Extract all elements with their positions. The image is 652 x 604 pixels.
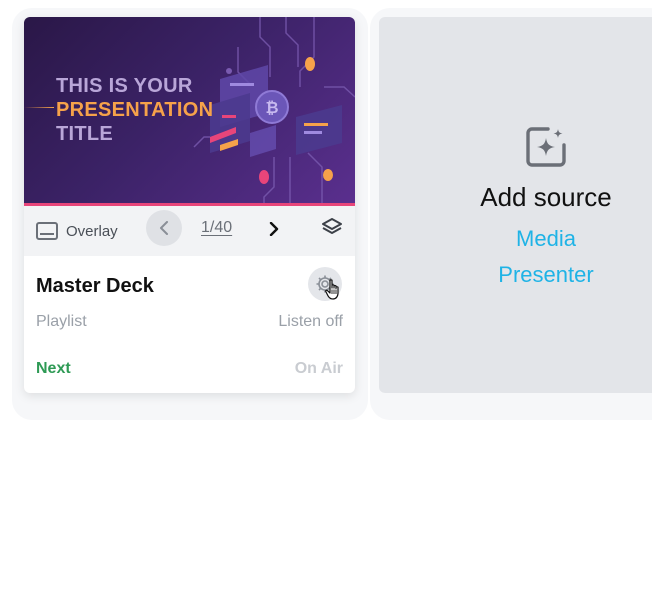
layers-icon	[322, 218, 342, 234]
add-source-title: Add source	[480, 182, 612, 212]
add-media-link[interactable]: Media	[379, 226, 652, 252]
slide-toolbar: Overlay 1/40	[24, 206, 355, 256]
overlay-toggle[interactable]: Overlay	[36, 219, 118, 243]
slide-counter[interactable]: 1/40	[201, 219, 232, 237]
meta-row: Playlist Listen off	[36, 313, 343, 331]
slide-title-line1: THIS IS YOUR	[56, 75, 193, 97]
overlay-label: Overlay	[66, 222, 118, 240]
title-accent-line	[24, 107, 54, 108]
status-row: Next On Air	[36, 360, 343, 378]
slide-thumbnail[interactable]: ₿ THIS IS YOUR PRESENTATION TITLE	[24, 17, 355, 203]
slide-title: THIS IS YOUR PRESENTATION TITLE	[56, 74, 213, 146]
add-presenter-link[interactable]: Presenter	[379, 262, 652, 288]
hand-cursor-icon	[325, 279, 339, 300]
layers-button[interactable]	[320, 216, 344, 240]
next-button[interactable]: Next	[36, 360, 71, 378]
source-card: ₿ THIS IS YOUR PRESENTATION TITLE Overla…	[24, 17, 355, 393]
svg-text:₿: ₿	[265, 99, 278, 117]
chevron-right-icon	[269, 222, 279, 236]
previous-slide-button[interactable]	[146, 210, 182, 246]
slide-title-line2: PRESENTATION	[56, 99, 214, 121]
add-source-panel: Add source Media Presenter	[379, 17, 652, 393]
image-sparkle-icon	[526, 127, 566, 167]
deck-title: Master Deck	[36, 275, 154, 297]
slide-title-line3: TITLE	[56, 123, 114, 145]
listen-toggle[interactable]: Listen off	[278, 313, 343, 331]
stage: ₿ THIS IS YOUR PRESENTATION TITLE Overla…	[0, 0, 652, 604]
on-air-button[interactable]: On Air	[295, 360, 343, 378]
source-type-label: Playlist	[36, 313, 87, 330]
monitor-icon	[36, 222, 58, 240]
next-slide-button[interactable]	[264, 217, 284, 241]
chevron-left-icon	[160, 221, 168, 235]
